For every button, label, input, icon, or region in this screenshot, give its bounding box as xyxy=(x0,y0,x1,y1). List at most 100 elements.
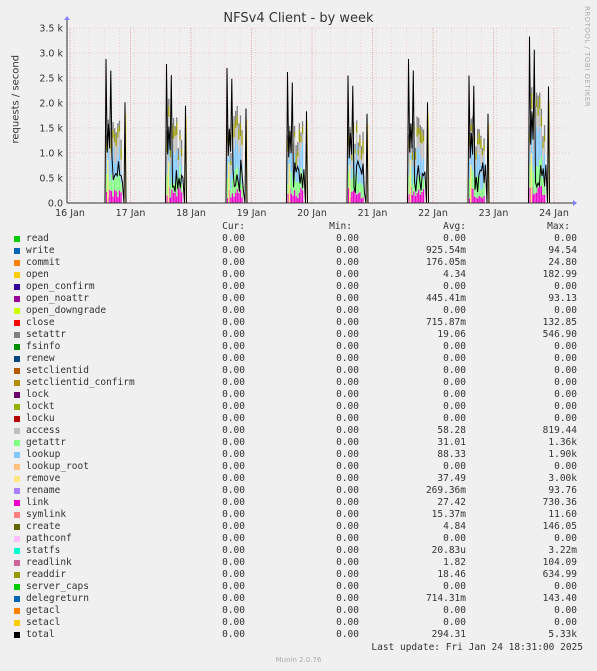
series-bar-access xyxy=(106,151,108,161)
series-bar-lookup xyxy=(540,141,542,157)
series-bar-link xyxy=(534,193,536,203)
series-bar-getattr xyxy=(114,176,116,190)
series-bar-readdir xyxy=(477,138,479,145)
x-tick-label: 22 Jan xyxy=(418,208,448,219)
series-bar-lookup xyxy=(177,166,179,178)
legend-name: remove xyxy=(26,473,61,484)
series-bar-remove xyxy=(167,161,169,203)
series-bar-readdir xyxy=(475,151,477,160)
legend-name: delegreturn xyxy=(26,593,89,604)
series-bar-lookup xyxy=(233,149,235,175)
series-bar-access xyxy=(478,144,480,155)
legend-avg: 925.54m xyxy=(425,245,466,256)
series-bar-setattr xyxy=(230,153,232,161)
series-bar-lookup xyxy=(300,149,302,168)
legend-cur: 0.00 xyxy=(222,377,245,388)
series-bar-link xyxy=(419,194,421,203)
series-bar-setattr xyxy=(418,117,420,128)
legend-name: lookup_root xyxy=(26,461,89,472)
legend-row-write: write 0.00 0.00 925.54m 94.54 xyxy=(0,245,597,257)
series-bar-readdir xyxy=(300,136,302,143)
series-bar-access xyxy=(169,157,171,167)
legend-max: 819.44 xyxy=(542,425,577,436)
legend-name: readdir xyxy=(26,569,67,580)
series-bar-setattr xyxy=(300,132,302,137)
legend-row-readlink: readlink 0.00 0.00 1.82 104.09 xyxy=(0,557,597,569)
series-bar-readdir xyxy=(356,123,358,133)
y-tick-label: 3.0 k xyxy=(39,49,63,60)
series-bar-getattr xyxy=(118,175,121,191)
series-bar-link xyxy=(112,196,114,203)
legend-min: 0.00 xyxy=(336,497,359,508)
legend-cur: 0.00 xyxy=(222,269,245,280)
legend-row-commit: commit 0.00 0.00 176.05m 24.80 xyxy=(0,257,597,269)
series-bar-readdir xyxy=(362,141,364,154)
series-bar-lookup xyxy=(477,153,479,176)
legend-max: 0.00 xyxy=(554,365,577,376)
legend-name: readlink xyxy=(26,557,72,568)
y-tick-label: 2.0 k xyxy=(39,99,63,110)
legend-row-create: create 0.00 0.00 4.84 146.05 xyxy=(0,521,597,533)
legend-swatch xyxy=(14,452,20,458)
series-bar-link xyxy=(542,194,544,203)
series-bar-access xyxy=(416,136,418,150)
series-bar-setattr xyxy=(540,108,542,117)
legend-name: total xyxy=(26,629,55,640)
series-bar-setattr xyxy=(114,128,116,134)
series-bar-access xyxy=(419,142,421,155)
series-bar-getattr xyxy=(295,182,297,196)
series-bar-access xyxy=(351,160,353,168)
legend-avg: 4.84 xyxy=(443,521,466,532)
series-bar-readdir xyxy=(422,136,425,142)
legend-row-locku: locku 0.00 0.00 0.00 0.00 xyxy=(0,413,597,425)
series-bar-link xyxy=(115,191,117,203)
legend-max: 0.00 xyxy=(554,389,577,400)
legend-row-lock: lock 0.00 0.00 0.00 0.00 xyxy=(0,389,597,401)
y-tick-label: 0.5 k xyxy=(39,174,63,185)
series-bar-link xyxy=(483,195,485,203)
legend-max: 0.00 xyxy=(554,353,577,364)
legend-swatch xyxy=(14,392,20,398)
y-tick-label: 2.5 k xyxy=(39,74,63,85)
series-bar-getattr xyxy=(120,182,122,193)
series-bar-link xyxy=(411,194,413,203)
series-bar-link xyxy=(359,192,361,203)
legend-cur: 0.00 xyxy=(222,617,245,628)
legend-max: 0.00 xyxy=(554,305,577,316)
legend-min: 0.00 xyxy=(336,617,359,628)
legend-row-open: open 0.00 0.00 4.34 182.99 xyxy=(0,269,597,281)
legend-swatch xyxy=(14,572,20,578)
legend-cur: 0.00 xyxy=(222,389,245,400)
series-bar-setattr xyxy=(295,145,297,155)
series-bar-access xyxy=(174,136,176,155)
series-bar-link xyxy=(117,196,119,203)
series-bar-access xyxy=(239,136,242,148)
series-bar-setattr xyxy=(301,121,304,127)
series-bar-link xyxy=(239,189,242,203)
legend-cur: 0.00 xyxy=(222,605,245,616)
series-bar-link xyxy=(477,198,479,203)
legend-min: 0.00 xyxy=(336,485,359,496)
legend-avg: 0.00 xyxy=(443,605,466,616)
series-bar-readdir xyxy=(354,149,356,154)
legend-row-pathconf: pathconf 0.00 0.00 0.00 0.00 xyxy=(0,533,597,545)
legend-min: 0.00 xyxy=(336,233,359,244)
legend-swatch xyxy=(14,476,20,482)
legend-name: lookup xyxy=(26,449,61,460)
legend-name: open_noattr xyxy=(26,293,89,304)
legend-cur: 0.00 xyxy=(222,401,245,412)
legend-avg: 0.00 xyxy=(443,365,466,376)
legend-row-getattr: getattr 0.00 0.00 31.01 1.36k xyxy=(0,437,597,449)
legend-name: statfs xyxy=(26,545,61,556)
series-bar-getattr xyxy=(422,179,425,190)
series-bar-setattr xyxy=(177,148,179,156)
legend-min: 0.00 xyxy=(336,593,359,604)
legend-avg: 176.05m xyxy=(425,257,466,268)
legend-avg: 0.00 xyxy=(443,305,466,316)
legend-row-getacl: getacl 0.00 0.00 0.00 0.00 xyxy=(0,605,597,617)
legend-avg: 269.36m xyxy=(425,485,466,496)
legend-cur: 0.00 xyxy=(222,305,245,316)
x-tick-label: 23 Jan xyxy=(479,208,509,219)
legend-swatch xyxy=(14,368,20,374)
legend-row-read: read 0.00 0.00 0.00 0.00 xyxy=(0,233,597,245)
